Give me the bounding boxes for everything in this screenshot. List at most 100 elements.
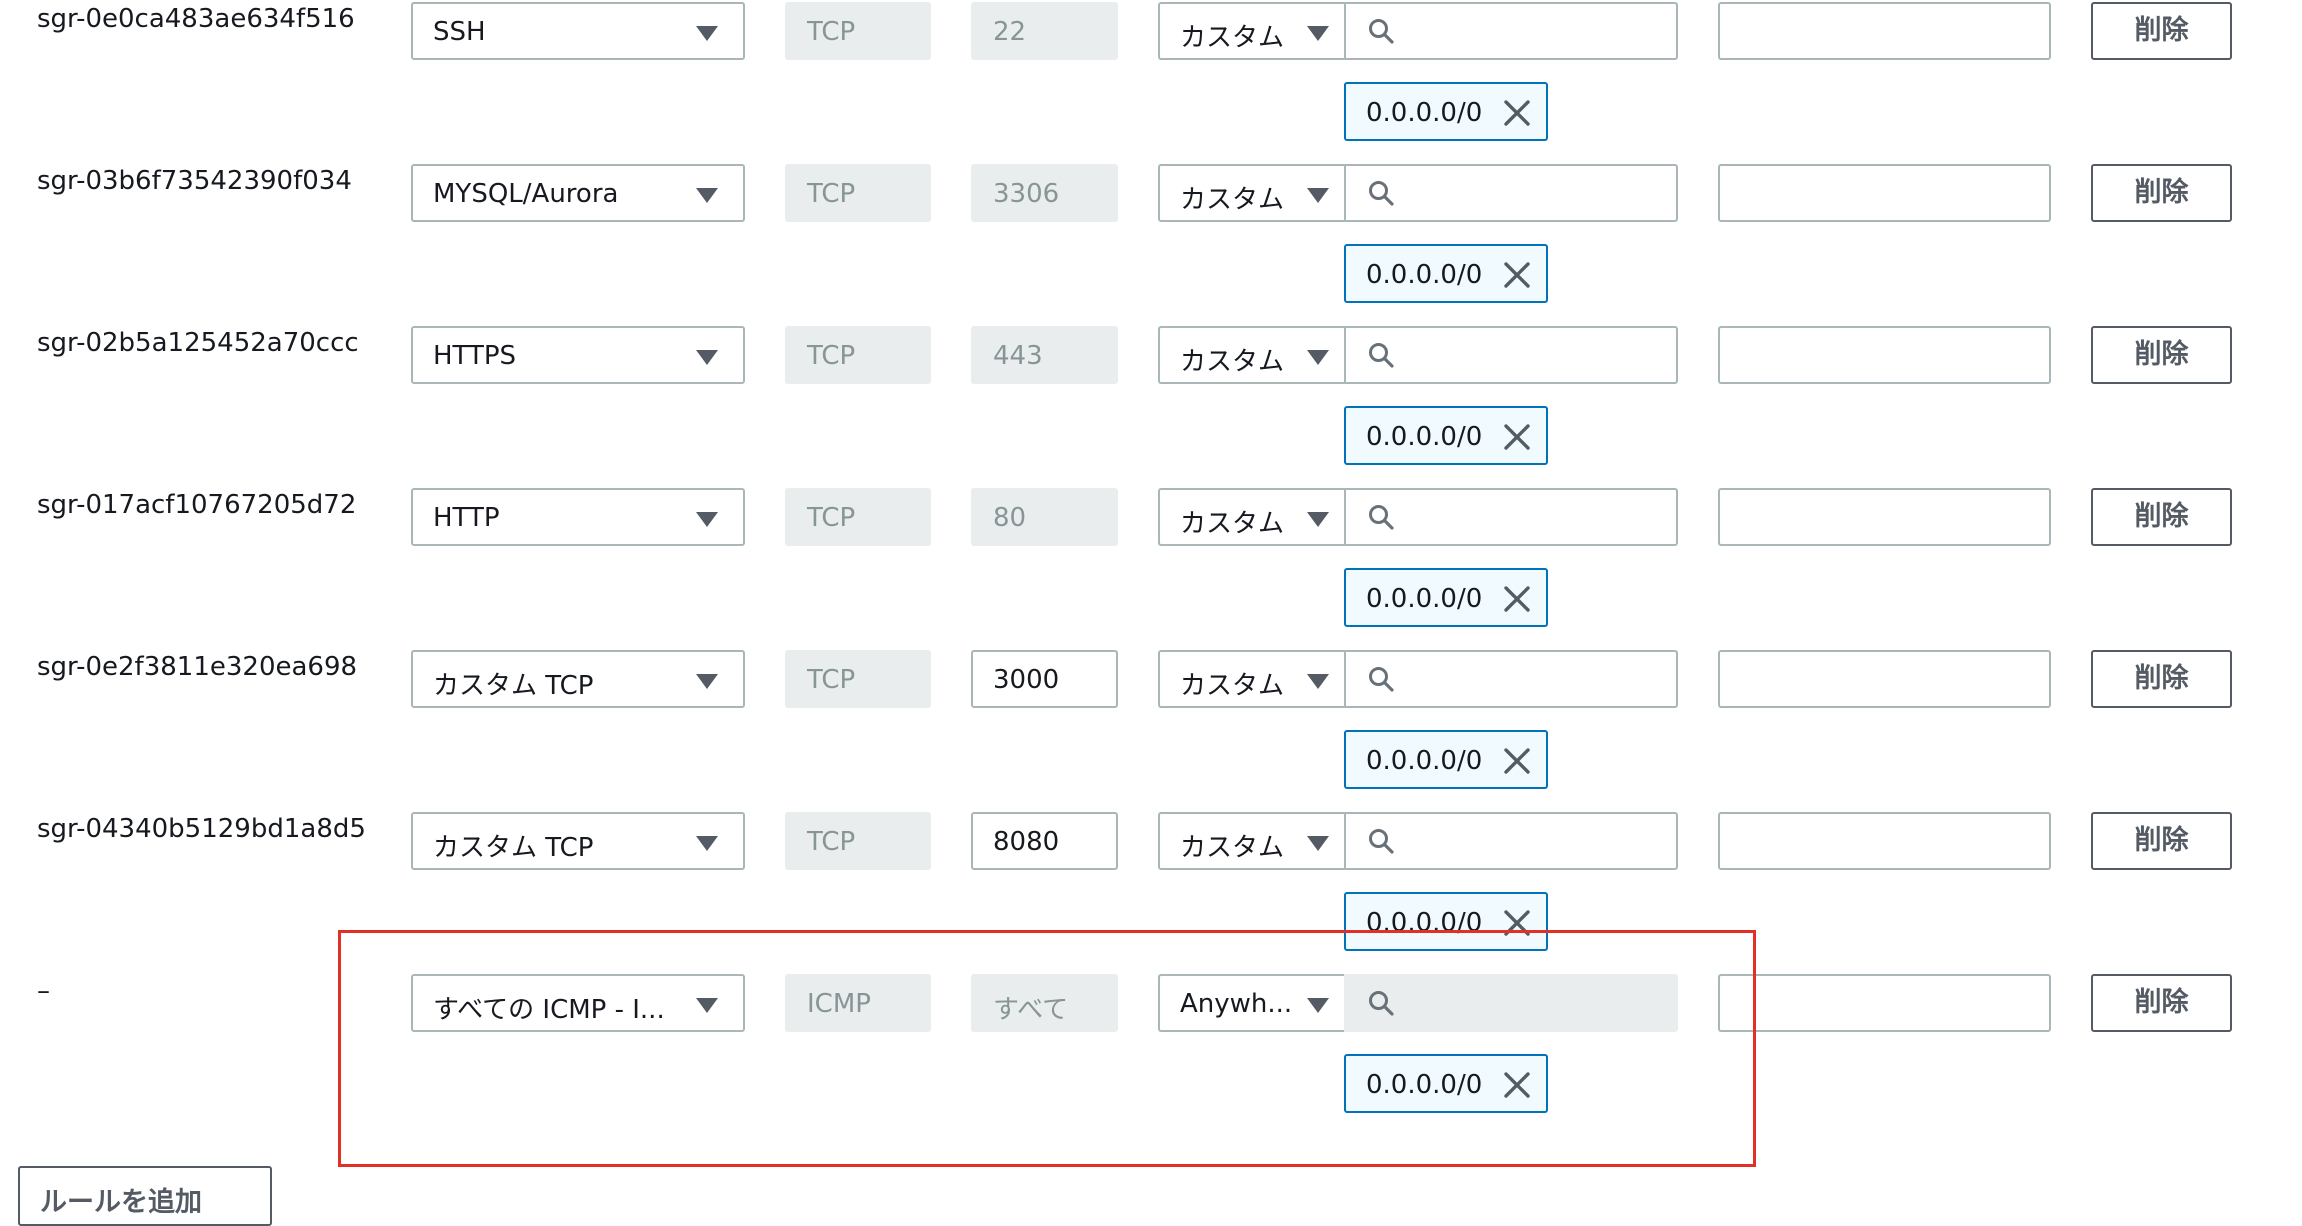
protocol-value: TCP <box>807 665 856 695</box>
port-range-value: 8080 <box>993 827 1060 857</box>
delete-button[interactable]: 削除 <box>2091 2 2232 60</box>
delete-button-label: 削除 <box>2134 663 2189 694</box>
close-icon[interactable] <box>1503 261 1531 289</box>
add-rule-label: ルールを追加 <box>40 1187 202 1218</box>
caret-down-icon <box>1307 26 1329 41</box>
type-select-value: カスタム TCP <box>433 833 594 863</box>
description-input[interactable] <box>1718 974 2051 1032</box>
caret-down-icon <box>1307 674 1329 689</box>
type-select[interactable]: MYSQL/Aurora <box>411 164 745 222</box>
description-input[interactable] <box>1718 326 2051 384</box>
protocol-value: TCP <box>807 179 856 209</box>
description-input[interactable] <box>1718 2 2051 60</box>
type-select[interactable]: カスタム TCP <box>411 812 745 870</box>
add-rule-button[interactable]: ルールを追加 <box>18 1166 272 1226</box>
delete-button-label: 削除 <box>2134 987 2189 1018</box>
source-type-value: カスタム <box>1180 23 1285 53</box>
protocol-value: TCP <box>807 503 856 533</box>
rule-row: sgr-017acf10767205d72 HTTP TCP 80 カスタム 削… <box>0 486 2302 648</box>
search-icon <box>1369 667 1394 692</box>
description-input[interactable] <box>1718 488 2051 546</box>
type-select-value: SSH <box>433 17 486 47</box>
type-select[interactable]: HTTP <box>411 488 745 546</box>
cidr-token-value: 0.0.0.0/0 <box>1366 746 1483 776</box>
port-range-value: 443 <box>993 341 1043 371</box>
cidr-token: 0.0.0.0/0 <box>1344 406 1548 465</box>
cidr-token-value: 0.0.0.0/0 <box>1366 584 1483 614</box>
type-select[interactable]: カスタム TCP <box>411 650 745 708</box>
protocol-field: TCP <box>785 812 931 870</box>
caret-down-icon <box>696 512 718 527</box>
source-type-select[interactable]: カスタム <box>1158 812 1346 870</box>
caret-down-icon <box>696 350 718 365</box>
source-search-input[interactable] <box>1344 488 1678 546</box>
port-range-field: 443 <box>971 326 1118 384</box>
caret-down-icon <box>696 26 718 41</box>
source-type-value: カスタム <box>1180 185 1285 215</box>
source-type-select[interactable]: カスタム <box>1158 650 1346 708</box>
cidr-token: 0.0.0.0/0 <box>1344 730 1548 789</box>
source-type-select[interactable]: カスタム <box>1158 326 1346 384</box>
protocol-value: TCP <box>807 341 856 371</box>
port-range-field: 80 <box>971 488 1118 546</box>
source-type-value: カスタム <box>1180 833 1285 863</box>
delete-button[interactable]: 削除 <box>2091 812 2232 870</box>
protocol-field: TCP <box>785 650 931 708</box>
description-input[interactable] <box>1718 812 2051 870</box>
source-search-input[interactable] <box>1344 650 1678 708</box>
rule-id: sgr-0e2f3811e320ea698 <box>37 652 358 682</box>
source-type-value: カスタム <box>1180 671 1285 701</box>
rule-id: sgr-04340b5129bd1a8d5 <box>37 814 366 844</box>
source-search-input[interactable] <box>1344 164 1678 222</box>
cidr-token: 0.0.0.0/0 <box>1344 244 1548 303</box>
delete-button[interactable]: 削除 <box>2091 974 2232 1032</box>
highlight-box <box>338 930 1756 1167</box>
source-type-select[interactable]: カスタム <box>1158 2 1346 60</box>
delete-button[interactable]: 削除 <box>2091 326 2232 384</box>
type-select-value: MYSQL/Aurora <box>433 179 619 209</box>
rule-id: sgr-02b5a125452a70ccc <box>37 328 359 358</box>
description-input[interactable] <box>1718 164 2051 222</box>
type-select[interactable]: SSH <box>411 2 745 60</box>
port-range-field[interactable]: 3000 <box>971 650 1118 708</box>
source-search-input[interactable] <box>1344 326 1678 384</box>
protocol-field: TCP <box>785 488 931 546</box>
search-icon <box>1369 829 1394 854</box>
rule-id: sgr-0e0ca483ae634f516 <box>37 4 355 34</box>
protocol-value: TCP <box>807 17 856 47</box>
description-input[interactable] <box>1718 650 2051 708</box>
rule-id: sgr-017acf10767205d72 <box>37 490 357 520</box>
port-range-field[interactable]: 8080 <box>971 812 1118 870</box>
rule-row: sgr-0e0ca483ae634f516 SSH TCP 22 カスタム 削除 <box>0 0 2302 162</box>
port-range-value: 80 <box>993 503 1027 533</box>
protocol-field: TCP <box>785 164 931 222</box>
cidr-token-value: 0.0.0.0/0 <box>1366 260 1483 290</box>
delete-button-label: 削除 <box>2134 15 2189 46</box>
source-type-select[interactable]: カスタム <box>1158 164 1346 222</box>
search-icon <box>1369 181 1394 206</box>
caret-down-icon <box>696 836 718 851</box>
source-type-select[interactable]: カスタム <box>1158 488 1346 546</box>
cidr-token-value: 0.0.0.0/0 <box>1366 98 1483 128</box>
type-select-value: HTTP <box>433 503 500 533</box>
caret-down-icon <box>1307 836 1329 851</box>
source-type-value: カスタム <box>1180 347 1285 377</box>
caret-down-icon <box>696 188 718 203</box>
close-icon[interactable] <box>1503 423 1531 451</box>
source-search-input[interactable] <box>1344 812 1678 870</box>
type-select[interactable]: HTTPS <box>411 326 745 384</box>
type-select-value: HTTPS <box>433 341 517 371</box>
close-icon[interactable] <box>1503 747 1531 775</box>
source-search-input[interactable] <box>1344 2 1678 60</box>
cidr-token: 0.0.0.0/0 <box>1344 82 1548 141</box>
protocol-field: TCP <box>785 2 931 60</box>
close-icon[interactable] <box>1503 99 1531 127</box>
caret-down-icon <box>696 674 718 689</box>
port-range-field: 3306 <box>971 164 1118 222</box>
delete-button[interactable]: 削除 <box>2091 164 2232 222</box>
close-icon[interactable] <box>1503 585 1531 613</box>
port-range-field: 22 <box>971 2 1118 60</box>
delete-button[interactable]: 削除 <box>2091 488 2232 546</box>
delete-button[interactable]: 削除 <box>2091 650 2232 708</box>
search-icon <box>1369 19 1394 44</box>
